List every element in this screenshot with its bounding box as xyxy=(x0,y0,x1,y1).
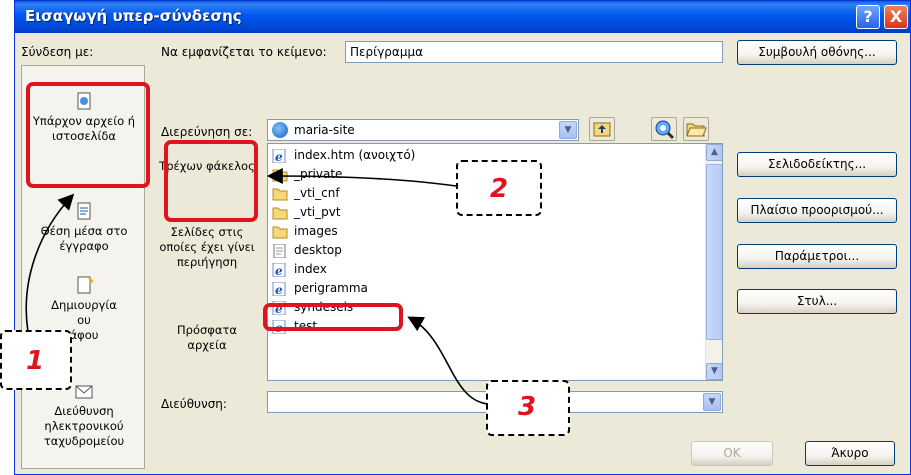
highlight-perigramma xyxy=(263,303,403,331)
scroll-down-icon[interactable]: ▼ xyxy=(706,363,722,380)
bookmark-button[interactable]: Σελιδοδείκτης... xyxy=(737,152,897,177)
folder-icon xyxy=(272,169,288,181)
ie-page-icon: e xyxy=(272,148,286,163)
globe-icon xyxy=(272,122,288,138)
title-bar[interactable]: Εισαγωγή υπερ-σύνδεσης ? X xyxy=(15,1,910,33)
display-text-input[interactable]: Περίγραμμα xyxy=(345,41,723,63)
insert-hyperlink-dialog: Εισαγωγή υπερ-σύνδεσης ? X Σύνδεση με: Ν… xyxy=(14,0,911,475)
ok-button[interactable]: OK xyxy=(691,441,773,466)
svg-text:e: e xyxy=(275,264,283,277)
ie-page-icon: e xyxy=(272,262,286,277)
parameters-button[interactable]: Παράμετροι... xyxy=(737,244,897,269)
address-label: Διεύθυνση: xyxy=(161,397,227,411)
folder-icon xyxy=(272,188,288,200)
dialog-title: Εισαγωγή υπερ-σύνδεσης xyxy=(25,7,242,25)
document-place-icon xyxy=(77,202,91,220)
look-in-combo[interactable]: maria-site ▼ xyxy=(267,119,579,141)
ie-page-icon: e xyxy=(272,281,286,296)
list-item[interactable]: e index.htm (ανοιχτό) xyxy=(272,146,415,165)
callout-2: 2 xyxy=(456,160,542,216)
email-address[interactable]: Διεύθυνση ηλεκτρονικού ταχυδρομείου xyxy=(22,382,146,449)
svg-text:e: e xyxy=(275,283,283,296)
email-icon xyxy=(75,385,93,399)
up-folder-icon[interactable] xyxy=(589,117,615,141)
look-in-value: maria-site xyxy=(294,123,355,137)
callout-1: 1 xyxy=(0,330,72,390)
chevron-down-icon[interactable]: ▼ xyxy=(559,121,577,139)
display-text-label: Να εμφανίζεται το κείμενο: xyxy=(161,45,327,59)
list-item[interactable]: images xyxy=(272,222,338,241)
target-frame-button[interactable]: Πλαίσιο προορισμού... xyxy=(737,198,897,223)
file-list-scrollbar[interactable]: ▲ ▼ xyxy=(705,144,722,380)
folder-icon xyxy=(272,226,288,238)
style-button[interactable]: Στυλ... xyxy=(737,289,897,314)
list-item[interactable]: e perigramma xyxy=(272,279,368,298)
file-icon xyxy=(273,243,286,258)
list-item[interactable]: _vti_cnf xyxy=(272,184,340,203)
link-to-label: Σύνδεση με: xyxy=(21,45,94,59)
scroll-thumb[interactable] xyxy=(706,164,722,340)
browse-file-icon[interactable] xyxy=(683,117,709,141)
place-in-document[interactable]: Θέση μέσα στο έγγραφο xyxy=(22,202,146,254)
list-item[interactable]: desktop xyxy=(272,241,342,260)
recent-files[interactable]: Πρόσφατα αρχεία xyxy=(157,323,257,353)
folder-icon xyxy=(272,207,288,219)
highlight-current-folder xyxy=(164,140,258,222)
svg-text:e: e xyxy=(275,150,283,163)
list-item[interactable]: e index xyxy=(272,260,327,279)
look-in-label: Διερεύνηση σε: xyxy=(161,125,253,139)
callout-3: 3 xyxy=(486,380,570,436)
cancel-button[interactable]: Άκυρο xyxy=(805,441,895,466)
list-item[interactable]: _vti_pvt xyxy=(272,203,341,222)
new-document-icon xyxy=(77,276,94,294)
help-button[interactable]: ? xyxy=(856,5,880,29)
browsed-pages[interactable]: Σελίδες στις οποίες έχει γίνει περιήγηση xyxy=(157,225,257,270)
browse-web-icon[interactable] xyxy=(651,117,677,141)
chevron-down-icon[interactable]: ▼ xyxy=(703,393,721,411)
close-button[interactable]: X xyxy=(884,5,908,29)
screentip-button[interactable]: Συμβουλή οθόνης... xyxy=(737,40,897,65)
highlight-existing-file xyxy=(26,82,150,188)
scroll-up-icon[interactable]: ▲ xyxy=(706,144,722,161)
list-item[interactable]: _private xyxy=(272,165,342,184)
